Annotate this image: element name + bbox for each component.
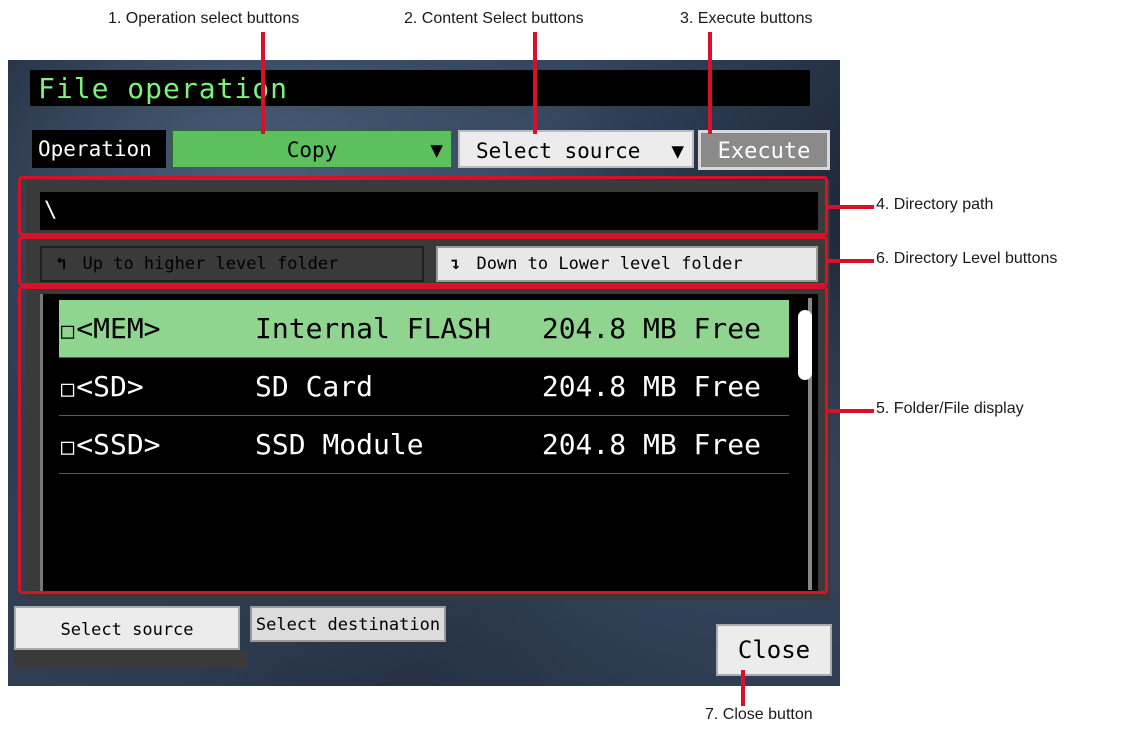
callout-box-directory-level: [18, 236, 828, 286]
content-select-button[interactable]: Select source ▼: [458, 130, 694, 168]
tab-select-source[interactable]: Select source: [14, 606, 240, 650]
callout-line-content: [533, 32, 537, 134]
callout-directory-path: 4. Directory path: [876, 196, 994, 213]
callout-close: 7. Close button: [705, 706, 813, 723]
operation-value: Copy: [286, 138, 338, 162]
callout-content-select: 2. Content Select buttons: [404, 10, 584, 27]
callout-line-close: [741, 670, 745, 706]
callout-line-directory-level: [826, 259, 874, 263]
title-bar: File operation: [30, 70, 810, 106]
callout-box-file-display: [18, 286, 828, 594]
content-select-value: Select source: [476, 139, 641, 163]
callout-line-operation: [261, 32, 265, 134]
callout-directory-level: 6. Directory Level buttons: [876, 250, 1058, 267]
callout-operation-select: 1. Operation select buttons: [108, 10, 300, 27]
dropdown-arrow-icon: ▼: [430, 138, 443, 162]
dropdown-arrow-icon: ▼: [671, 139, 684, 163]
tab-select-destination[interactable]: Select destination: [250, 606, 446, 642]
operation-select-button[interactable]: Copy ▼: [172, 130, 452, 168]
callout-folder-file-display: 5. Folder/File display: [876, 400, 1024, 417]
callout-line-file-display: [826, 409, 874, 413]
callout-execute: 3. Execute buttons: [680, 10, 813, 27]
tab-base: [14, 650, 248, 668]
operation-label: Operation: [32, 130, 166, 168]
close-button[interactable]: Close: [716, 624, 832, 676]
callout-line-directory-path: [826, 205, 874, 209]
window-title: File operation: [38, 72, 289, 105]
execute-button[interactable]: Execute: [698, 130, 830, 170]
callout-line-execute: [708, 32, 712, 134]
callout-box-directory-path: [18, 176, 828, 236]
